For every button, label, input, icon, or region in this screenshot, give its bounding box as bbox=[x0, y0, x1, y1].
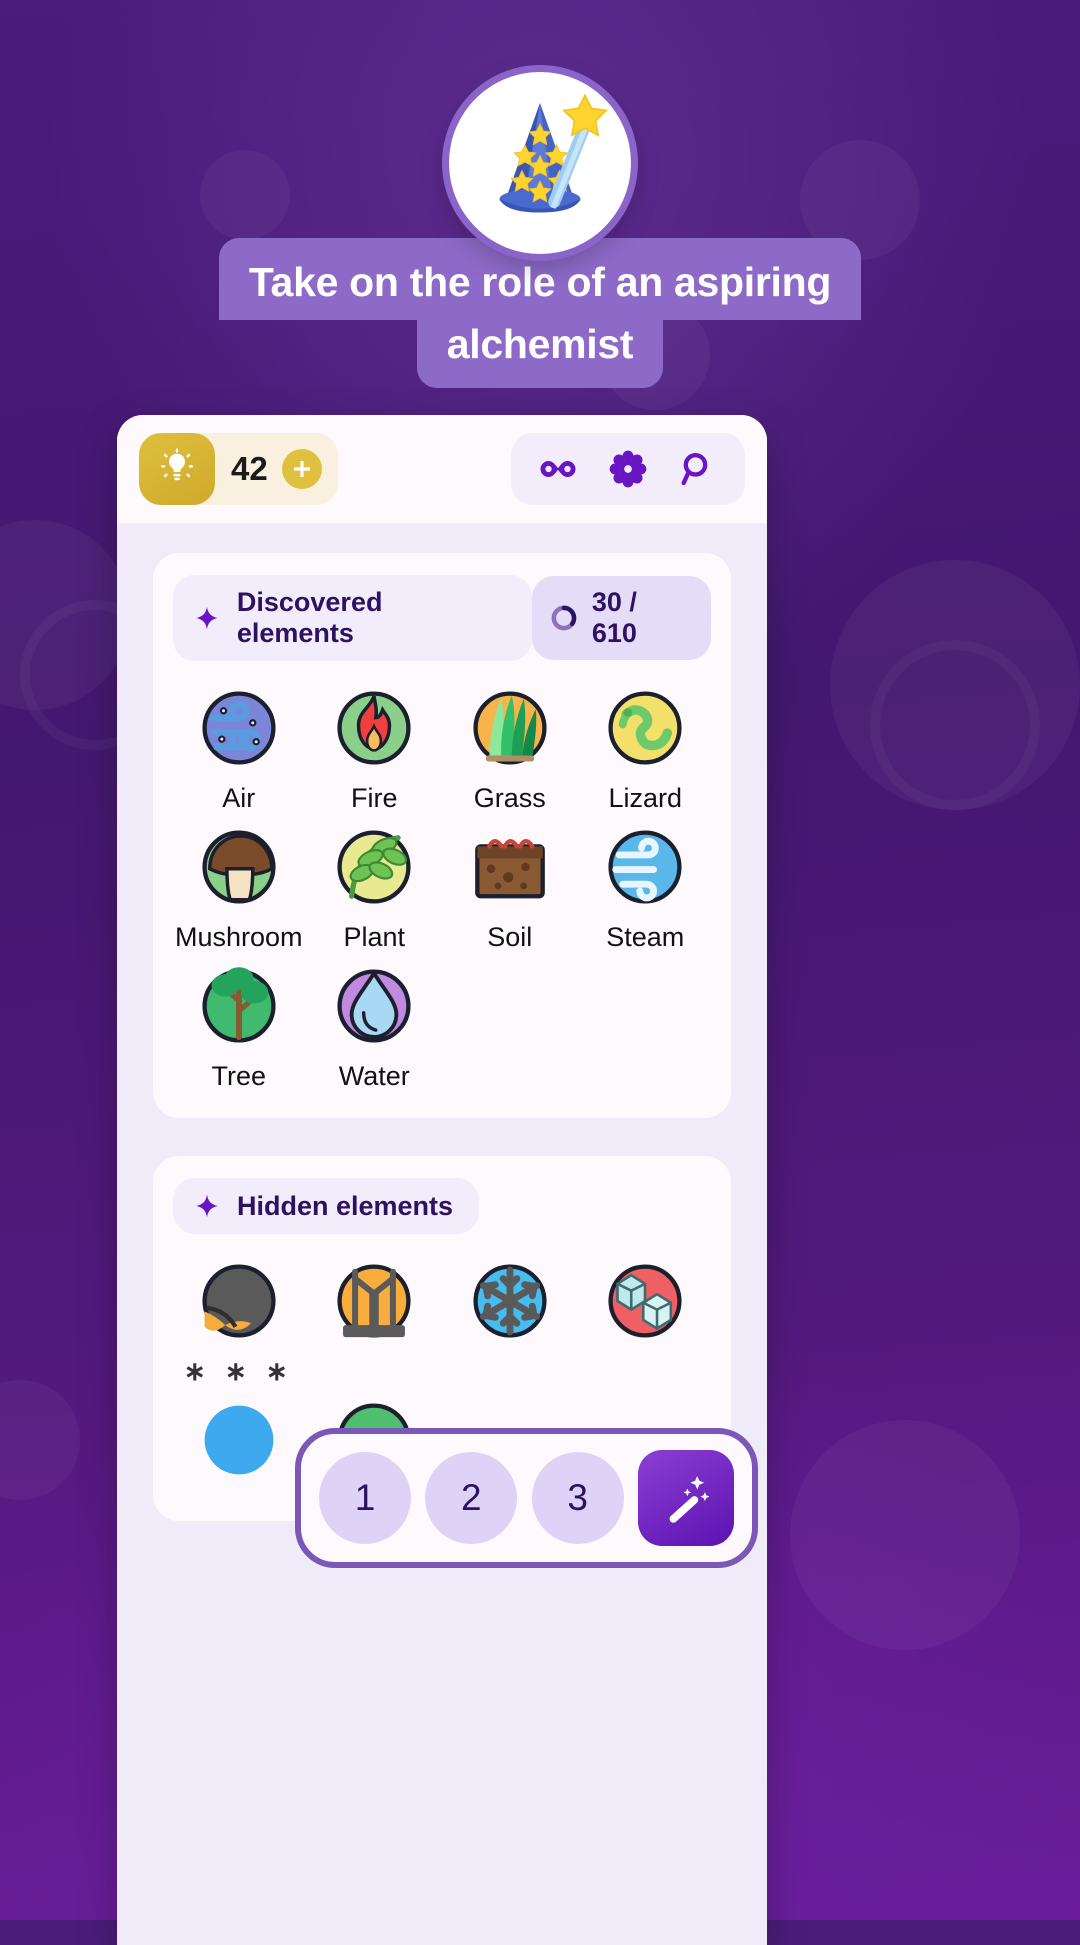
numpad-key-2[interactable]: 2 bbox=[425, 1452, 518, 1544]
element-label: Tree bbox=[211, 1061, 266, 1091]
discovered-title-chip: Discovered elements bbox=[173, 575, 532, 661]
discovered-elements-panel: Discovered elements 30 / 610 Air Fire Gr… bbox=[153, 553, 731, 1118]
lightbulb-glyph bbox=[161, 448, 193, 481]
soil-element-icon bbox=[474, 839, 545, 899]
cave-element-icon bbox=[202, 1264, 276, 1338]
hint-counter[interactable]: 42 bbox=[139, 433, 338, 505]
fire-element-icon bbox=[337, 691, 411, 765]
element-tile[interactable]: Grass bbox=[444, 685, 576, 814]
element-tile[interactable]: Lizard bbox=[580, 685, 712, 814]
game-toolbar: 42 bbox=[117, 415, 767, 523]
element-tile[interactable]: Fire bbox=[309, 685, 441, 814]
toolbar-actions bbox=[511, 433, 745, 505]
hidden-panel-header: Hidden elements bbox=[173, 1178, 711, 1234]
blue-orb-element-icon bbox=[204, 1405, 274, 1475]
mushroom-element-icon bbox=[202, 830, 276, 904]
sparkle-icon bbox=[196, 1194, 218, 1218]
bridge-element-icon bbox=[337, 1264, 411, 1338]
element-tile[interactable] bbox=[580, 1258, 712, 1387]
discovered-panel-header: Discovered elements 30 / 610 bbox=[173, 575, 711, 661]
snowflake-element-icon bbox=[473, 1264, 547, 1338]
element-label: ∗ ∗ ∗ bbox=[183, 1356, 294, 1386]
app-screenshot-card: 42 Discovered elements 30 / 610 Air Fire… bbox=[117, 415, 767, 1945]
element-tile[interactable] bbox=[444, 1258, 576, 1387]
element-label: Fire bbox=[351, 783, 398, 813]
infinity-button[interactable] bbox=[527, 438, 589, 500]
element-tile[interactable]: ∗ ∗ ∗ bbox=[173, 1258, 305, 1387]
element-tile[interactable] bbox=[309, 1258, 441, 1387]
tree-element-icon bbox=[202, 967, 276, 1043]
plus-icon bbox=[293, 461, 310, 477]
add-hint-button[interactable] bbox=[281, 449, 322, 489]
element-label: Grass bbox=[473, 783, 546, 813]
grass-element-icon bbox=[473, 691, 547, 765]
water-element-icon bbox=[337, 969, 411, 1043]
app-icon bbox=[449, 72, 631, 254]
bottom-number-pad: 1 2 3 bbox=[295, 1428, 758, 1568]
hint-count-value: 42 bbox=[231, 450, 268, 487]
plant-element-icon bbox=[337, 830, 411, 904]
element-label: Soil bbox=[487, 922, 533, 952]
discovered-title: Discovered elements bbox=[236, 587, 383, 648]
element-tile[interactable]: Water bbox=[309, 963, 441, 1092]
infinity-icon bbox=[540, 461, 576, 477]
discovery-progress-badge: 30 / 610 bbox=[531, 576, 711, 660]
element-label: Plant bbox=[343, 922, 406, 952]
search-icon bbox=[681, 452, 708, 486]
decorative-bubble bbox=[790, 1420, 1020, 1650]
steam-element-icon bbox=[608, 830, 682, 904]
hidden-title: Hidden elements bbox=[237, 1190, 454, 1221]
element-tile[interactable]: Soil bbox=[444, 824, 576, 953]
magic-wand-icon bbox=[669, 1475, 710, 1523]
ice-cubes-element-icon bbox=[608, 1264, 682, 1338]
element-label: Steam bbox=[606, 922, 685, 952]
element-tile[interactable]: Mushroom bbox=[173, 824, 305, 953]
search-button[interactable] bbox=[667, 438, 729, 500]
element-tile[interactable]: Tree bbox=[173, 963, 305, 1092]
lizard-element-icon bbox=[608, 691, 682, 765]
element-label: Mushroom bbox=[174, 922, 303, 952]
element-tile[interactable] bbox=[173, 1397, 305, 1495]
progress-ring-icon bbox=[551, 605, 577, 631]
element-label: Air bbox=[222, 783, 256, 813]
tagline-line-2: alchemist bbox=[416, 319, 664, 388]
lightbulb-icon bbox=[139, 433, 215, 505]
magic-wand-button[interactable] bbox=[637, 1450, 734, 1546]
decorative-ring bbox=[870, 640, 1040, 810]
tagline: Take on the role of an aspiring alchemis… bbox=[0, 238, 1080, 388]
numpad-key-1[interactable]: 1 bbox=[319, 1452, 411, 1544]
settings-button[interactable] bbox=[597, 438, 659, 500]
air-element-icon bbox=[202, 691, 276, 765]
wizard-hat-wand-icon bbox=[499, 93, 608, 213]
element-tile[interactable]: Steam bbox=[580, 824, 712, 953]
element-tile[interactable]: Plant bbox=[309, 824, 441, 953]
discovered-elements-grid: Air Fire Grass Lizard Mushroom Plant Soi… bbox=[173, 669, 711, 1092]
element-tile[interactable]: Air bbox=[173, 685, 305, 814]
element-label: Water bbox=[338, 1061, 410, 1091]
discovery-progress-value: 30 / 610 bbox=[591, 587, 637, 648]
element-label: Lizard bbox=[608, 783, 683, 813]
gear-icon bbox=[609, 450, 647, 488]
hidden-title-chip: Hidden elements bbox=[173, 1178, 480, 1234]
numpad-key-3[interactable]: 3 bbox=[531, 1452, 624, 1544]
sparkle-icon bbox=[196, 606, 218, 630]
decorative-bubble bbox=[200, 150, 290, 240]
